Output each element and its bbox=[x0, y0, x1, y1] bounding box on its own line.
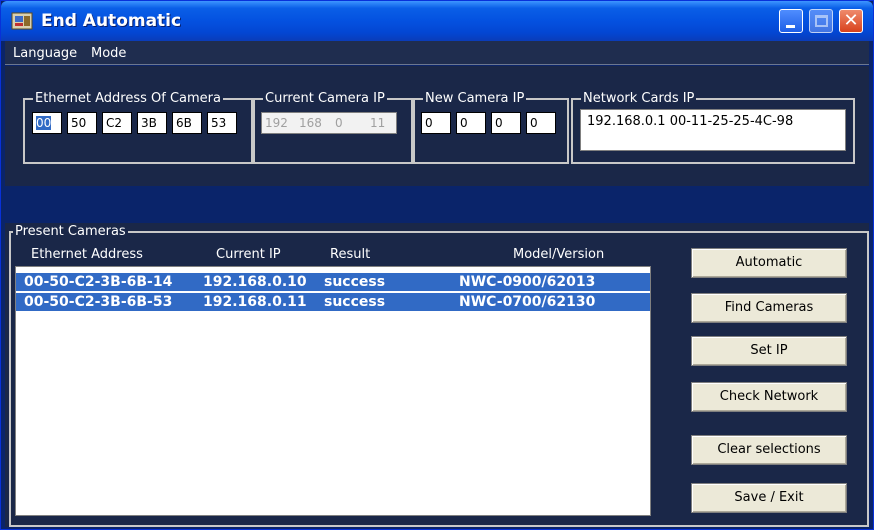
current-ip-octet-4: 11 bbox=[370, 116, 386, 130]
network-cards-list[interactable]: 192.168.0.1 00-11-25-25-4C-98 bbox=[580, 109, 846, 151]
ethernet-octet-6[interactable]: 53 bbox=[207, 112, 237, 134]
new-ip-frame-label: New Camera IP bbox=[423, 91, 527, 106]
camera-mac: 00-50-C2-3B-6B-53 bbox=[24, 294, 173, 310]
cameras-list[interactable]: 00-50-C2-3B-6B-14 192.168.0.10 success N… bbox=[15, 266, 651, 516]
title-bar[interactable]: End Automatic ✕ bbox=[1, 1, 873, 41]
network-card-entry[interactable]: 192.168.0.1 00-11-25-25-4C-98 bbox=[587, 114, 839, 129]
camera-row[interactable]: 00-50-C2-3B-6B-53 192.168.0.11 success N… bbox=[16, 293, 650, 311]
column-header-result[interactable]: Result bbox=[330, 247, 370, 262]
camera-result: success bbox=[324, 274, 386, 290]
check-network-button[interactable]: Check Network bbox=[691, 382, 847, 412]
camera-row[interactable]: 00-50-C2-3B-6B-14 192.168.0.10 success N… bbox=[16, 273, 650, 291]
column-header-ethernet[interactable]: Ethernet Address bbox=[31, 247, 143, 262]
app-icon bbox=[11, 12, 33, 30]
maximize-button[interactable] bbox=[809, 9, 833, 33]
ethernet-octet-2[interactable]: 50 bbox=[67, 112, 97, 134]
network-cards-frame-label: Network Cards IP bbox=[581, 91, 697, 106]
camera-ip: 192.168.0.11 bbox=[203, 294, 307, 310]
ethernet-octet-5[interactable]: 6B bbox=[172, 112, 202, 134]
save-exit-button[interactable]: Save / Exit bbox=[691, 483, 847, 513]
column-header-model[interactable]: Model/Version bbox=[513, 247, 604, 262]
ethernet-octet-4[interactable]: 3B bbox=[137, 112, 167, 134]
ethernet-frame-label: Ethernet Address Of Camera bbox=[33, 91, 223, 106]
window-title: End Automatic bbox=[41, 11, 182, 31]
ethernet-octet-1[interactable]: 00 bbox=[32, 112, 62, 134]
camera-result: success bbox=[324, 294, 386, 310]
minimize-icon bbox=[786, 25, 795, 28]
menu-language[interactable]: Language bbox=[13, 46, 77, 61]
current-ip-octet-2: 168 bbox=[299, 116, 322, 130]
main-window: End Automatic ✕ Language Mode Ethernet A… bbox=[0, 0, 874, 530]
minimize-button[interactable] bbox=[779, 9, 803, 33]
column-header-ip[interactable]: Current IP bbox=[216, 247, 281, 262]
current-ip-field: 192 168 0 11 bbox=[261, 112, 397, 134]
set-ip-button[interactable]: Set IP bbox=[691, 336, 847, 366]
close-icon: ✕ bbox=[843, 10, 859, 31]
current-ip-frame-label: Current Camera IP bbox=[263, 91, 387, 106]
current-ip-octet-3: 0 bbox=[335, 116, 343, 130]
find-cameras-button[interactable]: Find Cameras bbox=[691, 293, 847, 323]
menu-bar: Language Mode bbox=[5, 41, 869, 65]
new-ip-octet-4[interactable]: 0 bbox=[526, 112, 556, 134]
new-ip-octet-3[interactable]: 0 bbox=[491, 112, 521, 134]
maximize-icon bbox=[815, 15, 828, 27]
camera-model: NWC-0900/62013 bbox=[459, 274, 596, 290]
camera-model: NWC-0700/62130 bbox=[459, 294, 596, 310]
new-ip-octet-1[interactable]: 0 bbox=[421, 112, 451, 134]
camera-ip: 192.168.0.10 bbox=[203, 274, 307, 290]
automatic-button[interactable]: Automatic bbox=[691, 248, 847, 278]
new-ip-octet-2[interactable]: 0 bbox=[456, 112, 486, 134]
camera-mac: 00-50-C2-3B-6B-14 bbox=[24, 274, 173, 290]
close-button[interactable]: ✕ bbox=[839, 9, 863, 33]
present-cameras-label: Present Cameras bbox=[13, 224, 128, 239]
ethernet-octet-3[interactable]: C2 bbox=[102, 112, 132, 134]
clear-selections-button[interactable]: Clear selections bbox=[691, 435, 847, 465]
menu-mode[interactable]: Mode bbox=[91, 46, 126, 61]
current-ip-octet-1: 192 bbox=[265, 116, 288, 130]
